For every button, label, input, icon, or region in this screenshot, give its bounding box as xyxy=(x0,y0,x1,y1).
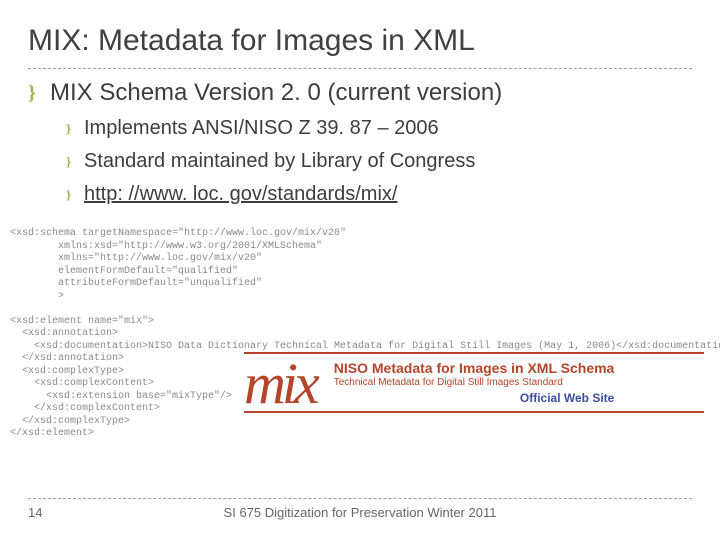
footer-divider xyxy=(28,498,692,499)
logo-tagline: Official Web Site xyxy=(334,391,615,405)
bullet-icon: } xyxy=(28,83,50,103)
slide-footer: 14 SI 675 Digitization for Preservation … xyxy=(28,498,692,520)
bullet-level2: } Implements ANSI/NISO Z 39. 87 – 2006 xyxy=(66,117,692,140)
bullet-icon: } xyxy=(66,155,84,168)
mix-wordmark: mix xyxy=(244,364,316,405)
slide-title: MIX: Metadata for Images in XML xyxy=(28,24,692,58)
bullet-level1: } MIX Schema Version 2. 0 (current versi… xyxy=(28,79,692,107)
bullet-icon: } xyxy=(66,188,84,201)
logo-row: mix NISO Metadata for Images in XML Sche… xyxy=(244,354,704,411)
bullet-level2-text: Implements ANSI/NISO Z 39. 87 – 2006 xyxy=(84,117,439,140)
bullet-level1-text: MIX Schema Version 2. 0 (current version… xyxy=(50,79,502,107)
footer-spacer xyxy=(632,505,692,520)
bullet-level2: } Standard maintained by Library of Cong… xyxy=(66,150,692,173)
bullet-level2-text: Standard maintained by Library of Congre… xyxy=(84,150,475,173)
bullet-icon: } xyxy=(66,122,84,135)
footer-text: SI 675 Digitization for Preservation Win… xyxy=(88,505,632,520)
bullet-level2-link[interactable]: http: //www. loc. gov/standards/mix/ xyxy=(84,183,397,206)
logo-heading: NISO Metadata for Images in XML Schema xyxy=(334,360,615,376)
footer-row: 14 SI 675 Digitization for Preservation … xyxy=(28,505,692,520)
bullet-level2: } http: //www. loc. gov/standards/mix/ xyxy=(66,183,692,206)
logo-subheading: Technical Metadata for Digital Still Ima… xyxy=(334,377,615,388)
logo-text-block: NISO Metadata for Images in XML Schema T… xyxy=(334,360,615,405)
mix-logo: mix NISO Metadata for Images in XML Sche… xyxy=(244,352,704,413)
page-number: 14 xyxy=(28,505,88,520)
title-divider xyxy=(28,68,692,69)
slide: MIX: Metadata for Images in XML } MIX Sc… xyxy=(0,0,720,540)
